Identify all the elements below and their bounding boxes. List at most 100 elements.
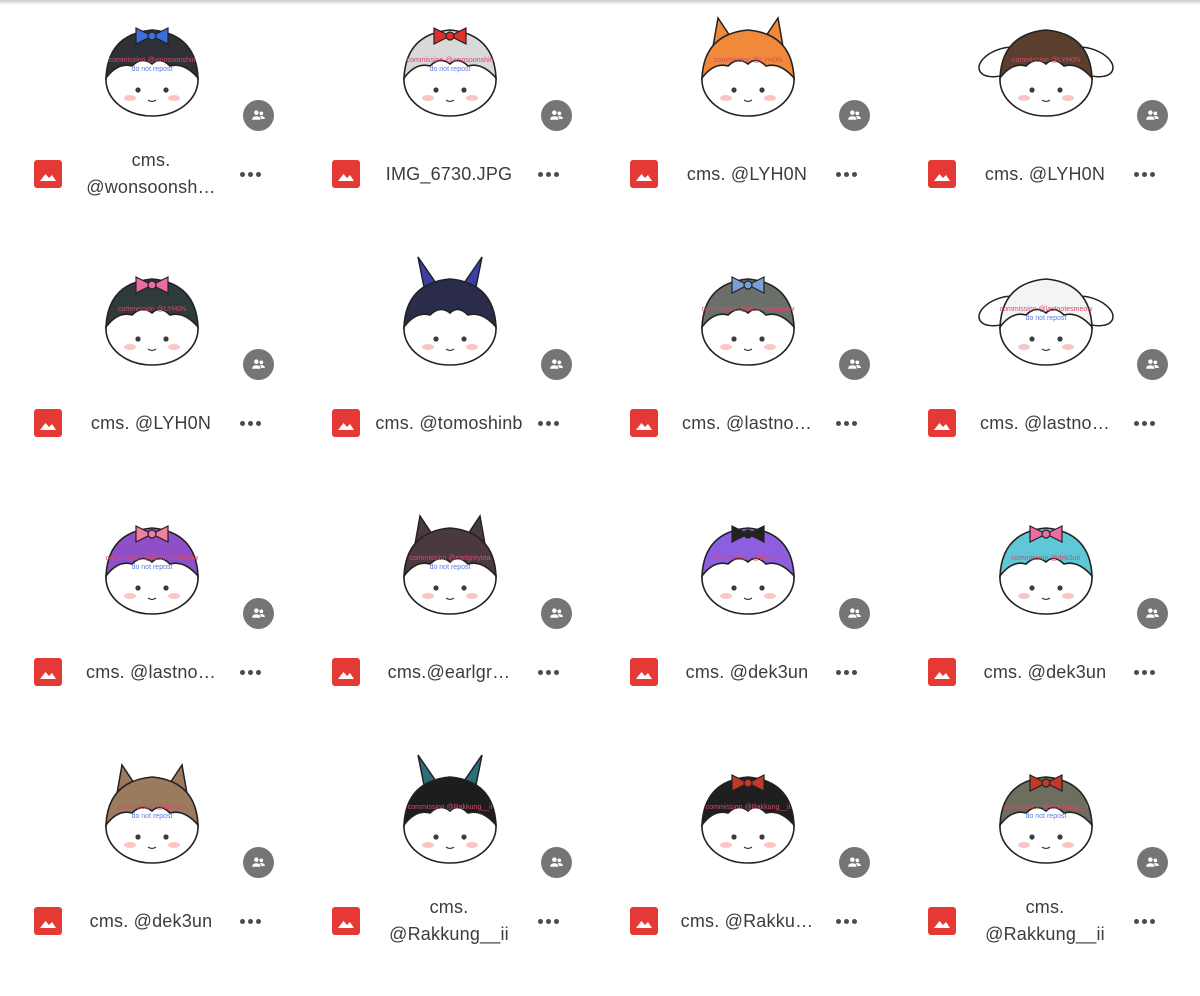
file-thumbnail[interactable]: commission @dek3un do not repost: [72, 747, 232, 877]
file-name[interactable]: cms. @dek3un: [666, 644, 828, 700]
shared-people-icon[interactable]: [243, 847, 274, 878]
file-name[interactable]: cms. @LYH0N: [666, 146, 828, 202]
image-file-icon: [34, 658, 62, 686]
shared-people-icon[interactable]: [839, 598, 870, 629]
shared-people-icon[interactable]: [243, 100, 274, 131]
file-name[interactable]: cms. @dek3un: [964, 644, 1126, 700]
more-options-icon[interactable]: [832, 164, 860, 184]
file-tile[interactable]: cms. @tomoshinb: [298, 249, 596, 498]
shared-people-icon[interactable]: [839, 100, 870, 131]
shared-people-icon[interactable]: [541, 100, 572, 131]
file-name[interactable]: cms. @Rakkung__ii: [964, 893, 1126, 949]
file-tile[interactable]: commission @wonsoonshin do not repost cms…: [0, 0, 298, 249]
svg-text:commission @dek3un: commission @dek3un: [118, 804, 187, 811]
file-name[interactable]: cms. @tomoshinb: [368, 395, 530, 451]
svg-text:do not repost: do not repost: [132, 813, 173, 820]
file-thumbnail[interactable]: commission @LYH0N: [668, 0, 828, 130]
file-thumbnail[interactable]: commission @wonsoonshin do not repost: [72, 0, 232, 130]
more-options-icon[interactable]: [236, 662, 264, 682]
more-options-icon[interactable]: [832, 413, 860, 433]
svg-text:commission @Rakkung__ii: commission @Rakkung__ii: [1004, 804, 1089, 811]
file-thumbnail[interactable]: commission @lastnotesmeow do not repost: [72, 498, 232, 628]
file-tile[interactable]: commission @LYH0N cms. @LYH0N: [894, 0, 1192, 249]
file-thumbnail[interactable]: commission @LYH0N: [72, 249, 232, 379]
more-options-icon[interactable]: [534, 662, 562, 682]
more-options-icon[interactable]: [534, 911, 562, 931]
image-file-icon: [332, 160, 360, 188]
file-name[interactable]: cms. @Rakku…: [666, 893, 828, 949]
file-name-label: cms. @lastno…: [86, 661, 216, 682]
file-thumbnail[interactable]: commission @Rakkung__iido not repost: [966, 747, 1126, 877]
file-tile[interactable]: commission @LYH0N cms. @LYH0N: [596, 0, 894, 249]
file-tile[interactable]: commission @lastnotesmeow cms. @lastno…: [596, 249, 894, 498]
file-name-label: cms. @lastno…: [980, 412, 1110, 433]
file-thumbnail[interactable]: commission @lastnotesmeow: [668, 249, 828, 379]
more-options-icon[interactable]: [236, 911, 264, 931]
more-options-icon[interactable]: [1130, 164, 1158, 184]
file-thumbnail[interactable]: commission @Rakkung__ii: [370, 747, 530, 877]
shared-people-icon[interactable]: [541, 349, 572, 380]
file-name-label: cms. @dek3un: [983, 661, 1107, 682]
file-tile[interactable]: commission @earlgreytea do not repost cms…: [298, 498, 596, 747]
file-tile[interactable]: commission @Rakkung__ii cms. @Rakku…: [596, 747, 894, 996]
file-thumbnail[interactable]: commission @earlgreytea do not repost: [370, 498, 530, 628]
more-options-icon[interactable]: [1130, 911, 1158, 931]
file-thumbnail[interactable]: commission @wonsoonshin do not repost: [370, 0, 530, 130]
svg-text:do not repost: do not repost: [132, 564, 173, 571]
file-name-label: cms. @Rakkung__ii: [985, 897, 1105, 944]
more-options-icon[interactable]: [236, 164, 264, 184]
more-options-icon[interactable]: [832, 911, 860, 931]
svg-text:do not repost: do not repost: [1026, 315, 1067, 322]
file-thumbnail[interactable]: commission @Rakkung__ii: [668, 747, 828, 877]
file-tile[interactable]: commission @Rakkung__iido not repost cms…: [894, 747, 1192, 996]
image-file-icon: [332, 658, 360, 686]
file-name[interactable]: cms. @LYH0N: [70, 395, 232, 451]
shared-people-icon[interactable]: [1137, 349, 1168, 380]
file-name-label: cms. @lastno…: [682, 412, 812, 433]
svg-text:commission @dek3un: commission @dek3un: [714, 555, 783, 562]
image-file-icon: [630, 409, 658, 437]
shared-people-icon[interactable]: [839, 847, 870, 878]
file-name[interactable]: cms. @lastno…: [964, 395, 1126, 451]
more-options-icon[interactable]: [1130, 662, 1158, 682]
file-name-label: cms. @dek3un: [89, 910, 213, 931]
shared-people-icon[interactable]: [541, 847, 572, 878]
file-tile[interactable]: commission @LYH0N cms. @LYH0N: [0, 249, 298, 498]
shared-people-icon[interactable]: [1137, 598, 1168, 629]
file-thumbnail[interactable]: commission @dek3un: [966, 498, 1126, 628]
file-thumbnail[interactable]: commission @lastnotesmeow do not repost: [966, 249, 1126, 379]
more-options-icon[interactable]: [534, 164, 562, 184]
file-tile[interactable]: commission @dek3un cms. @dek3un: [596, 498, 894, 747]
file-name[interactable]: cms. @LYH0N: [964, 146, 1126, 202]
file-name[interactable]: cms. @lastno…: [666, 395, 828, 451]
file-name[interactable]: cms. @lastno…: [70, 644, 232, 700]
file-tile[interactable]: commission @wonsoonshin do not repost IMG…: [298, 0, 596, 249]
file-tile[interactable]: commission @lastnotesmeow do not repost c…: [894, 249, 1192, 498]
shared-people-icon[interactable]: [243, 598, 274, 629]
file-name[interactable]: cms.@earlgr…: [368, 644, 530, 700]
file-tile[interactable]: commission @lastnotesmeow do not repost c…: [0, 498, 298, 747]
more-options-icon[interactable]: [236, 413, 264, 433]
shared-people-icon[interactable]: [541, 598, 572, 629]
svg-text:do not repost: do not repost: [1026, 813, 1067, 820]
shared-people-icon[interactable]: [243, 349, 274, 380]
file-name[interactable]: cms. @wonsoonsh…: [70, 146, 232, 202]
file-tile[interactable]: commission @dek3un cms. @dek3un: [894, 498, 1192, 747]
file-thumbnail[interactable]: [370, 249, 530, 379]
more-options-icon[interactable]: [832, 662, 860, 682]
file-name[interactable]: cms. @Rakkung__ii: [368, 893, 530, 949]
svg-text:commission @Rakkung__ii: commission @Rakkung__ii: [706, 804, 791, 811]
file-tile[interactable]: commission @Rakkung__ii cms. @Rakkung__i…: [298, 747, 596, 996]
file-name[interactable]: cms. @dek3un: [70, 893, 232, 949]
file-name-label: cms. @dek3un: [685, 661, 809, 682]
shared-people-icon[interactable]: [1137, 100, 1168, 131]
file-tile[interactable]: commission @dek3un do not repost cms. @de…: [0, 747, 298, 996]
file-name[interactable]: IMG_6730.JPG: [368, 146, 530, 202]
more-options-icon[interactable]: [1130, 413, 1158, 433]
file-thumbnail[interactable]: commission @LYH0N: [966, 0, 1126, 130]
shared-people-icon[interactable]: [1137, 847, 1168, 878]
more-options-icon[interactable]: [534, 413, 562, 433]
image-file-icon: [34, 160, 62, 188]
shared-people-icon[interactable]: [839, 349, 870, 380]
file-thumbnail[interactable]: commission @dek3un: [668, 498, 828, 628]
